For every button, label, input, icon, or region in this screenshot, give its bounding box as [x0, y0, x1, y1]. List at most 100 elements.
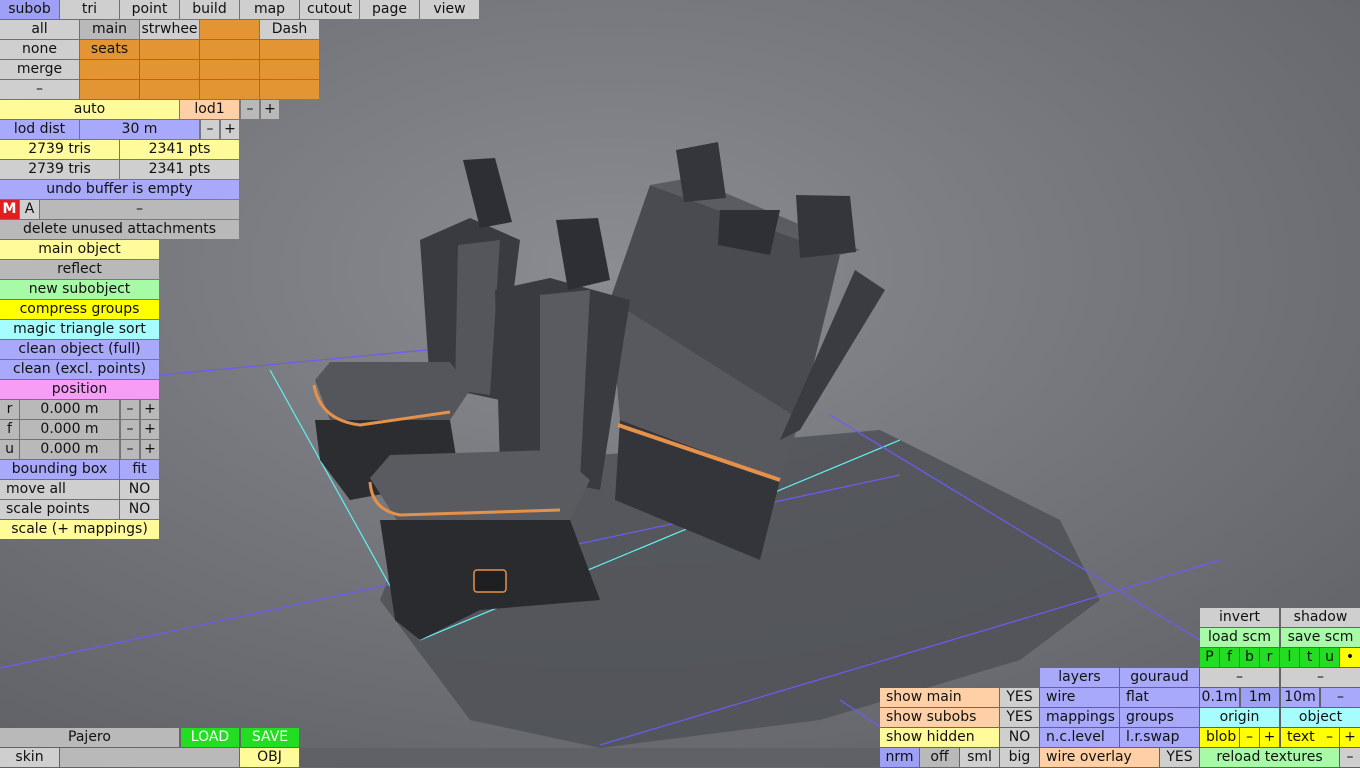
fit-button[interactable]: fit [120, 460, 159, 479]
grid-minus[interactable]: – [1321, 688, 1360, 707]
flat-button[interactable]: flat [1120, 688, 1199, 707]
flag-u[interactable]: u [1320, 648, 1339, 667]
save-button[interactable]: SAVE [241, 728, 299, 747]
dash-button-1[interactable]: – [1200, 668, 1279, 687]
grid-1m[interactable]: 1m [1241, 688, 1279, 707]
undo-status[interactable]: undo buffer is empty [0, 180, 239, 199]
groups-button[interactable]: groups [1120, 708, 1199, 727]
subob-dash-button[interactable]: – [0, 80, 79, 99]
mappings-button[interactable]: mappings [1040, 708, 1119, 727]
subob-slot-empty[interactable] [140, 60, 199, 79]
lr-swap-button[interactable]: l.r.swap [1120, 728, 1199, 747]
tab-tri[interactable]: tri [60, 0, 119, 19]
subob-slot-empty[interactable] [260, 60, 319, 79]
subob-slot-empty[interactable] [260, 80, 319, 99]
bounding-box-button[interactable]: bounding box [0, 460, 119, 479]
show-subobs-toggle[interactable]: YES [1000, 708, 1039, 727]
flag-dot[interactable]: • [1340, 648, 1360, 667]
invert-button[interactable]: invert [1200, 608, 1279, 627]
big-button[interactable]: big [1000, 748, 1039, 767]
subob-slot-empty[interactable] [200, 20, 259, 39]
lod-auto-button[interactable]: auto [0, 100, 179, 119]
compress-groups-button[interactable]: compress groups [0, 300, 159, 319]
subob-slot-empty[interactable] [80, 80, 139, 99]
subob-slot-empty[interactable] [200, 60, 259, 79]
blob-minus[interactable]: – [1240, 728, 1259, 747]
text-minus[interactable]: – [1320, 728, 1339, 747]
grid-01m[interactable]: 0.1m [1200, 688, 1239, 707]
u-value[interactable]: 0.000 m [20, 440, 119, 459]
nrm-button[interactable]: nrm [880, 748, 919, 767]
reflect-button[interactable]: reflect [0, 260, 159, 279]
tab-point[interactable]: point [120, 0, 179, 19]
position-header[interactable]: position [0, 380, 159, 399]
text-plus[interactable]: + [1340, 728, 1360, 747]
reload-minus[interactable]: – [1340, 748, 1360, 767]
object-button[interactable]: object [1281, 708, 1360, 727]
scale-mappings-button[interactable]: scale (+ mappings) [0, 520, 159, 539]
flag-r[interactable]: r [1260, 648, 1279, 667]
tab-view[interactable]: view [420, 0, 479, 19]
dash-button-2[interactable]: – [1281, 668, 1360, 687]
subob-dash[interactable]: Dash [260, 20, 319, 39]
subob-main[interactable]: main [80, 20, 139, 39]
move-all-toggle[interactable]: NO [120, 480, 159, 499]
r-minus[interactable]: – [121, 400, 139, 419]
tab-build[interactable]: build [180, 0, 239, 19]
magic-triangle-sort-button[interactable]: magic triangle sort [0, 320, 159, 339]
grid-10m[interactable]: 10m [1281, 688, 1319, 707]
subob-none-button[interactable]: none [0, 40, 79, 59]
lod-level[interactable]: lod1 [180, 100, 239, 119]
tab-subob[interactable]: subob [0, 0, 59, 19]
obj-button[interactable]: OBJ [240, 748, 299, 767]
load-scm-button[interactable]: load scm [1200, 628, 1279, 647]
show-main-toggle[interactable]: YES [1000, 688, 1039, 707]
skin-field[interactable] [60, 748, 239, 767]
subob-seats[interactable]: seats [80, 40, 139, 59]
subob-slot-empty[interactable] [200, 40, 259, 59]
save-scm-button[interactable]: save scm [1281, 628, 1360, 647]
subob-strwhee[interactable]: strwhee [140, 20, 199, 39]
lod-dist-minus[interactable]: – [201, 120, 219, 139]
r-value[interactable]: 0.000 m [20, 400, 119, 419]
origin-button[interactable]: origin [1200, 708, 1279, 727]
subob-slot-empty[interactable] [260, 40, 319, 59]
subob-slot-empty[interactable] [80, 60, 139, 79]
shadow-button[interactable]: shadow [1281, 608, 1360, 627]
u-minus[interactable]: – [121, 440, 139, 459]
clean-object-full-button[interactable]: clean object (full) [0, 340, 159, 359]
f-minus[interactable]: – [121, 420, 139, 439]
nc-level-button[interactable]: n.c.level [1040, 728, 1119, 747]
delete-unused-attachments-button[interactable]: delete unused attachments [0, 220, 239, 239]
lod-minus-button[interactable]: – [241, 100, 259, 119]
attachment-selector[interactable]: – [40, 200, 239, 219]
r-plus[interactable]: + [141, 400, 159, 419]
wire-overlay-toggle[interactable]: YES [1160, 748, 1199, 767]
main-object-button[interactable]: main object [0, 240, 159, 259]
tab-page[interactable]: page [360, 0, 419, 19]
scale-points-toggle[interactable]: NO [120, 500, 159, 519]
flag-l[interactable]: l [1280, 648, 1299, 667]
lod-dist-value[interactable]: 30 m [80, 120, 199, 139]
subob-slot-empty[interactable] [140, 80, 199, 99]
tab-cutout[interactable]: cutout [300, 0, 359, 19]
reload-textures-button[interactable]: reload textures [1200, 748, 1339, 767]
subob-all-button[interactable]: all [0, 20, 79, 39]
wire-button[interactable]: wire [1040, 688, 1119, 707]
load-button[interactable]: LOAD [181, 728, 239, 747]
gouraud-button[interactable]: gouraud [1120, 668, 1199, 687]
m-toggle[interactable]: M [0, 200, 19, 219]
f-plus[interactable]: + [141, 420, 159, 439]
lod-plus-button[interactable]: + [261, 100, 279, 119]
flag-p[interactable]: P [1200, 648, 1219, 667]
subob-slot-empty[interactable] [140, 40, 199, 59]
show-hidden-toggle[interactable]: NO [1000, 728, 1039, 747]
clean-excl-points-button[interactable]: clean (excl. points) [0, 360, 159, 379]
tab-map[interactable]: map [240, 0, 299, 19]
sml-button[interactable]: sml [960, 748, 999, 767]
flag-b[interactable]: b [1240, 648, 1259, 667]
subob-slot-empty[interactable] [200, 80, 259, 99]
u-plus[interactable]: + [141, 440, 159, 459]
f-value[interactable]: 0.000 m [20, 420, 119, 439]
subob-merge-button[interactable]: merge [0, 60, 79, 79]
